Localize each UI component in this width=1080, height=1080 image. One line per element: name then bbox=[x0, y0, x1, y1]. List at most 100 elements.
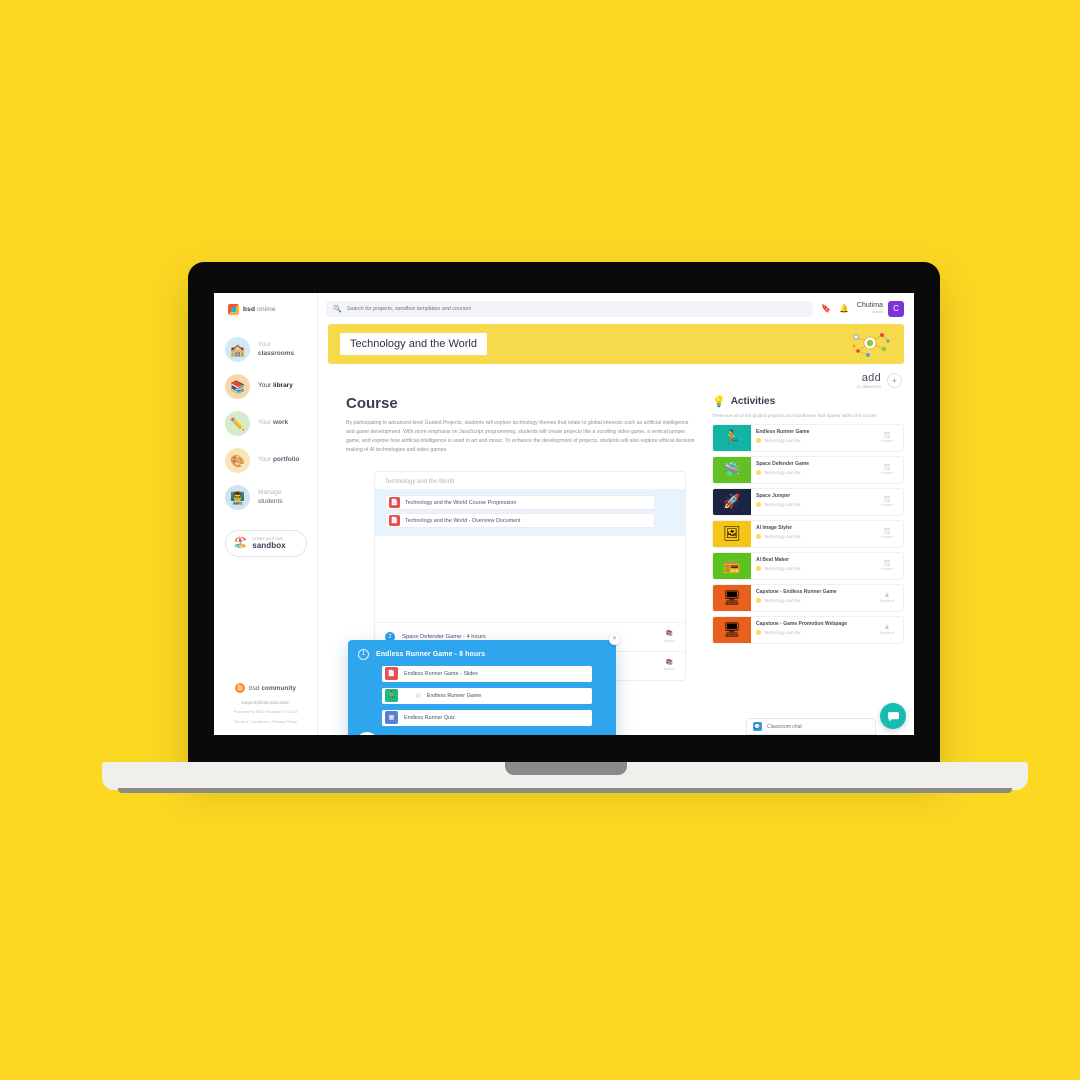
sidebar-item-manage-students[interactable]: 👨‍🏫 Manage students bbox=[214, 479, 317, 516]
sandbox-label: Create your own sandbox bbox=[252, 536, 286, 550]
list-item[interactable]: 🖼 AI Image Styler Technology and the... … bbox=[712, 519, 904, 548]
list-item[interactable]: 🏃 ▤ Endless Runner Game bbox=[382, 687, 592, 704]
activity-type-label: Project bbox=[881, 470, 893, 475]
course-dot-icon bbox=[756, 502, 761, 508]
community-pre: bsd bbox=[249, 684, 262, 692]
legal-links[interactable]: Terms & Conditions | Privacy Policy bbox=[214, 719, 317, 725]
list-item[interactable]: 📄 Endless Runner Game - Slides bbox=[382, 665, 592, 682]
sidebar-item-portfolio[interactable]: 🎨 Your portfolio bbox=[214, 442, 317, 479]
course-dot-icon bbox=[756, 630, 761, 636]
classroom-chat-bar[interactable]: 💬 Classroom chat bbox=[746, 718, 876, 735]
drag-handle-icon[interactable]: ▤ bbox=[416, 693, 421, 699]
brand-suffix: online bbox=[257, 306, 276, 313]
label-pre: Your bbox=[258, 382, 273, 390]
activity-meta: Technology and the... bbox=[756, 566, 866, 572]
sidebar-item-library[interactable]: 📚 Your library bbox=[214, 368, 317, 405]
page-title: Course bbox=[346, 394, 398, 412]
sidebar-item-classrooms[interactable]: 🏫 Your classrooms bbox=[214, 331, 317, 368]
sidebar-item-work[interactable]: ✏️ Your work bbox=[214, 405, 317, 442]
activities-title: Activities bbox=[730, 395, 776, 407]
bsd-community-link[interactable]: b bsd community bbox=[214, 683, 317, 693]
activity-thumbnail: 🏃 bbox=[713, 424, 751, 451]
activity-name: AI Image Styler bbox=[756, 524, 793, 531]
label-pre: Your bbox=[258, 456, 273, 464]
activity-body: AI Beat Maker Technology and the... bbox=[751, 553, 871, 579]
lesson-meta-label: lesson bbox=[664, 667, 675, 672]
user-name-block: Chutima Admin bbox=[857, 302, 883, 314]
list-item[interactable]: ▦ Endless Runner Quiz bbox=[382, 709, 592, 726]
bell-icon[interactable]: 🔔 bbox=[839, 304, 849, 313]
activity-thumbnail: 🛸 bbox=[713, 456, 751, 483]
avatar[interactable]: C bbox=[888, 300, 904, 317]
activity-course: Technology and the... bbox=[764, 470, 804, 476]
lesson-number: 1 bbox=[358, 648, 369, 660]
list-item[interactable]: 📄 Technology and the World - Overview Do… bbox=[385, 513, 655, 529]
laptop-screen: bsd online 🏫 Your classrooms 📚 Your libra… bbox=[214, 293, 914, 735]
brand-text: bsd online bbox=[243, 306, 276, 313]
activity-type-label: Sandbox bbox=[879, 598, 895, 603]
course-dot-icon bbox=[756, 438, 761, 444]
list-item[interactable]: 🖥 Capstone - Endless Runner Game Technol… bbox=[712, 583, 904, 612]
work-icon: ✏️ bbox=[225, 411, 250, 436]
teacher-resources-badge[interactable]: 📖 teacher resources bbox=[356, 731, 378, 735]
add-sublabel: to classroom bbox=[857, 383, 881, 389]
label-bold: students bbox=[258, 497, 283, 505]
user-menu[interactable]: Chutima Admin C bbox=[857, 300, 904, 317]
add-label: add bbox=[861, 372, 881, 384]
content-area: Course By participating in advanced-leve… bbox=[318, 395, 914, 735]
portfolio-icon: 🎨 bbox=[225, 448, 250, 473]
lesson-meta: 📚 lesson bbox=[664, 660, 675, 672]
activity-type: ♟ Sandbox bbox=[871, 585, 903, 611]
sidebar-footer: b bsd community support@bsd.education Po… bbox=[214, 683, 317, 725]
main-area: 🔍 🔖 🔔 Chutima Admin C Technology and bbox=[318, 293, 914, 735]
activity-type-icon: 🗒 bbox=[883, 496, 891, 503]
support-email[interactable]: support@bsd.education bbox=[214, 700, 317, 705]
activity-name: Space Defender Game bbox=[756, 460, 810, 467]
activity-type-icon: ♟ bbox=[884, 624, 890, 631]
search-input[interactable] bbox=[346, 305, 806, 312]
classroom-chat-label: Classroom chat bbox=[767, 723, 802, 730]
chat-icon: 💬 bbox=[753, 722, 762, 731]
activity-meta: Technology and the... bbox=[756, 630, 866, 636]
label-pre: Manage bbox=[258, 488, 282, 496]
activity-type: 🗒 Project bbox=[871, 521, 903, 547]
activity-type-label: Project bbox=[881, 502, 893, 507]
list-item[interactable]: 📄 Technology and the World Course Progre… bbox=[385, 495, 655, 511]
chat-fab-button[interactable] bbox=[880, 703, 906, 729]
lesson-meta: 📚 lesson bbox=[664, 631, 675, 643]
document-title: Technology and the World Course Progress… bbox=[405, 499, 517, 506]
activity-name: Space Jumper bbox=[756, 492, 791, 499]
brand-logo[interactable]: bsd online bbox=[214, 293, 317, 315]
list-item[interactable]: 📻 AI Beat Maker Technology and the... 🗒 bbox=[712, 551, 904, 580]
label-bold: classrooms bbox=[258, 349, 295, 357]
bookmark-icon[interactable]: 🔖 bbox=[821, 304, 831, 313]
document-icon: 📄 bbox=[389, 515, 400, 527]
sidebar: bsd online 🏫 Your classrooms 📚 Your libra… bbox=[214, 293, 318, 735]
activity-type-icon: ♟ bbox=[884, 592, 890, 599]
list-item[interactable]: 🛸 Space Defender Game Technology and the… bbox=[712, 455, 904, 484]
activity-type-label: Project bbox=[881, 438, 893, 443]
activity-type: ♟ Sandbox bbox=[871, 617, 903, 643]
laptop-foot bbox=[118, 788, 1012, 793]
quiz-icon: ▦ bbox=[385, 711, 398, 725]
activity-body: Capstone - Game Promotion Webpage Techno… bbox=[751, 617, 871, 643]
activity-course: Technology and the... bbox=[764, 438, 804, 444]
activity-type: 🗒 Project bbox=[871, 425, 903, 451]
list-item[interactable]: 🚀 Space Jumper Technology and the... 🗒 P… bbox=[712, 487, 904, 516]
activity-meta: Technology and the... bbox=[756, 502, 866, 508]
modal-title: Endless Runner Game - 8 hours bbox=[376, 650, 486, 658]
list-item[interactable]: 🖥 Capstone - Game Promotion Webpage Tech… bbox=[712, 615, 904, 644]
sidebar-item-label: Your classrooms bbox=[258, 341, 309, 359]
search-bar[interactable]: 🔍 bbox=[326, 300, 813, 317]
activity-name: Capstone - Endless Runner Game bbox=[756, 588, 837, 595]
add-button[interactable]: + bbox=[887, 373, 902, 389]
document-icon: 📄 bbox=[389, 497, 400, 509]
activities-header: 💡 Activities bbox=[712, 395, 904, 408]
activity-course: Technology and the... bbox=[764, 598, 804, 604]
list-item[interactable]: 🏃 Endless Runner Game Technology and the… bbox=[712, 423, 904, 452]
bsd-logo-icon bbox=[228, 304, 239, 315]
create-sandbox-button[interactable]: 🏖️ Create your own sandbox bbox=[224, 530, 307, 557]
close-icon[interactable]: × bbox=[609, 633, 620, 645]
book-icon: 📖 bbox=[356, 731, 378, 735]
students-icon: 👨‍🏫 bbox=[225, 485, 250, 510]
